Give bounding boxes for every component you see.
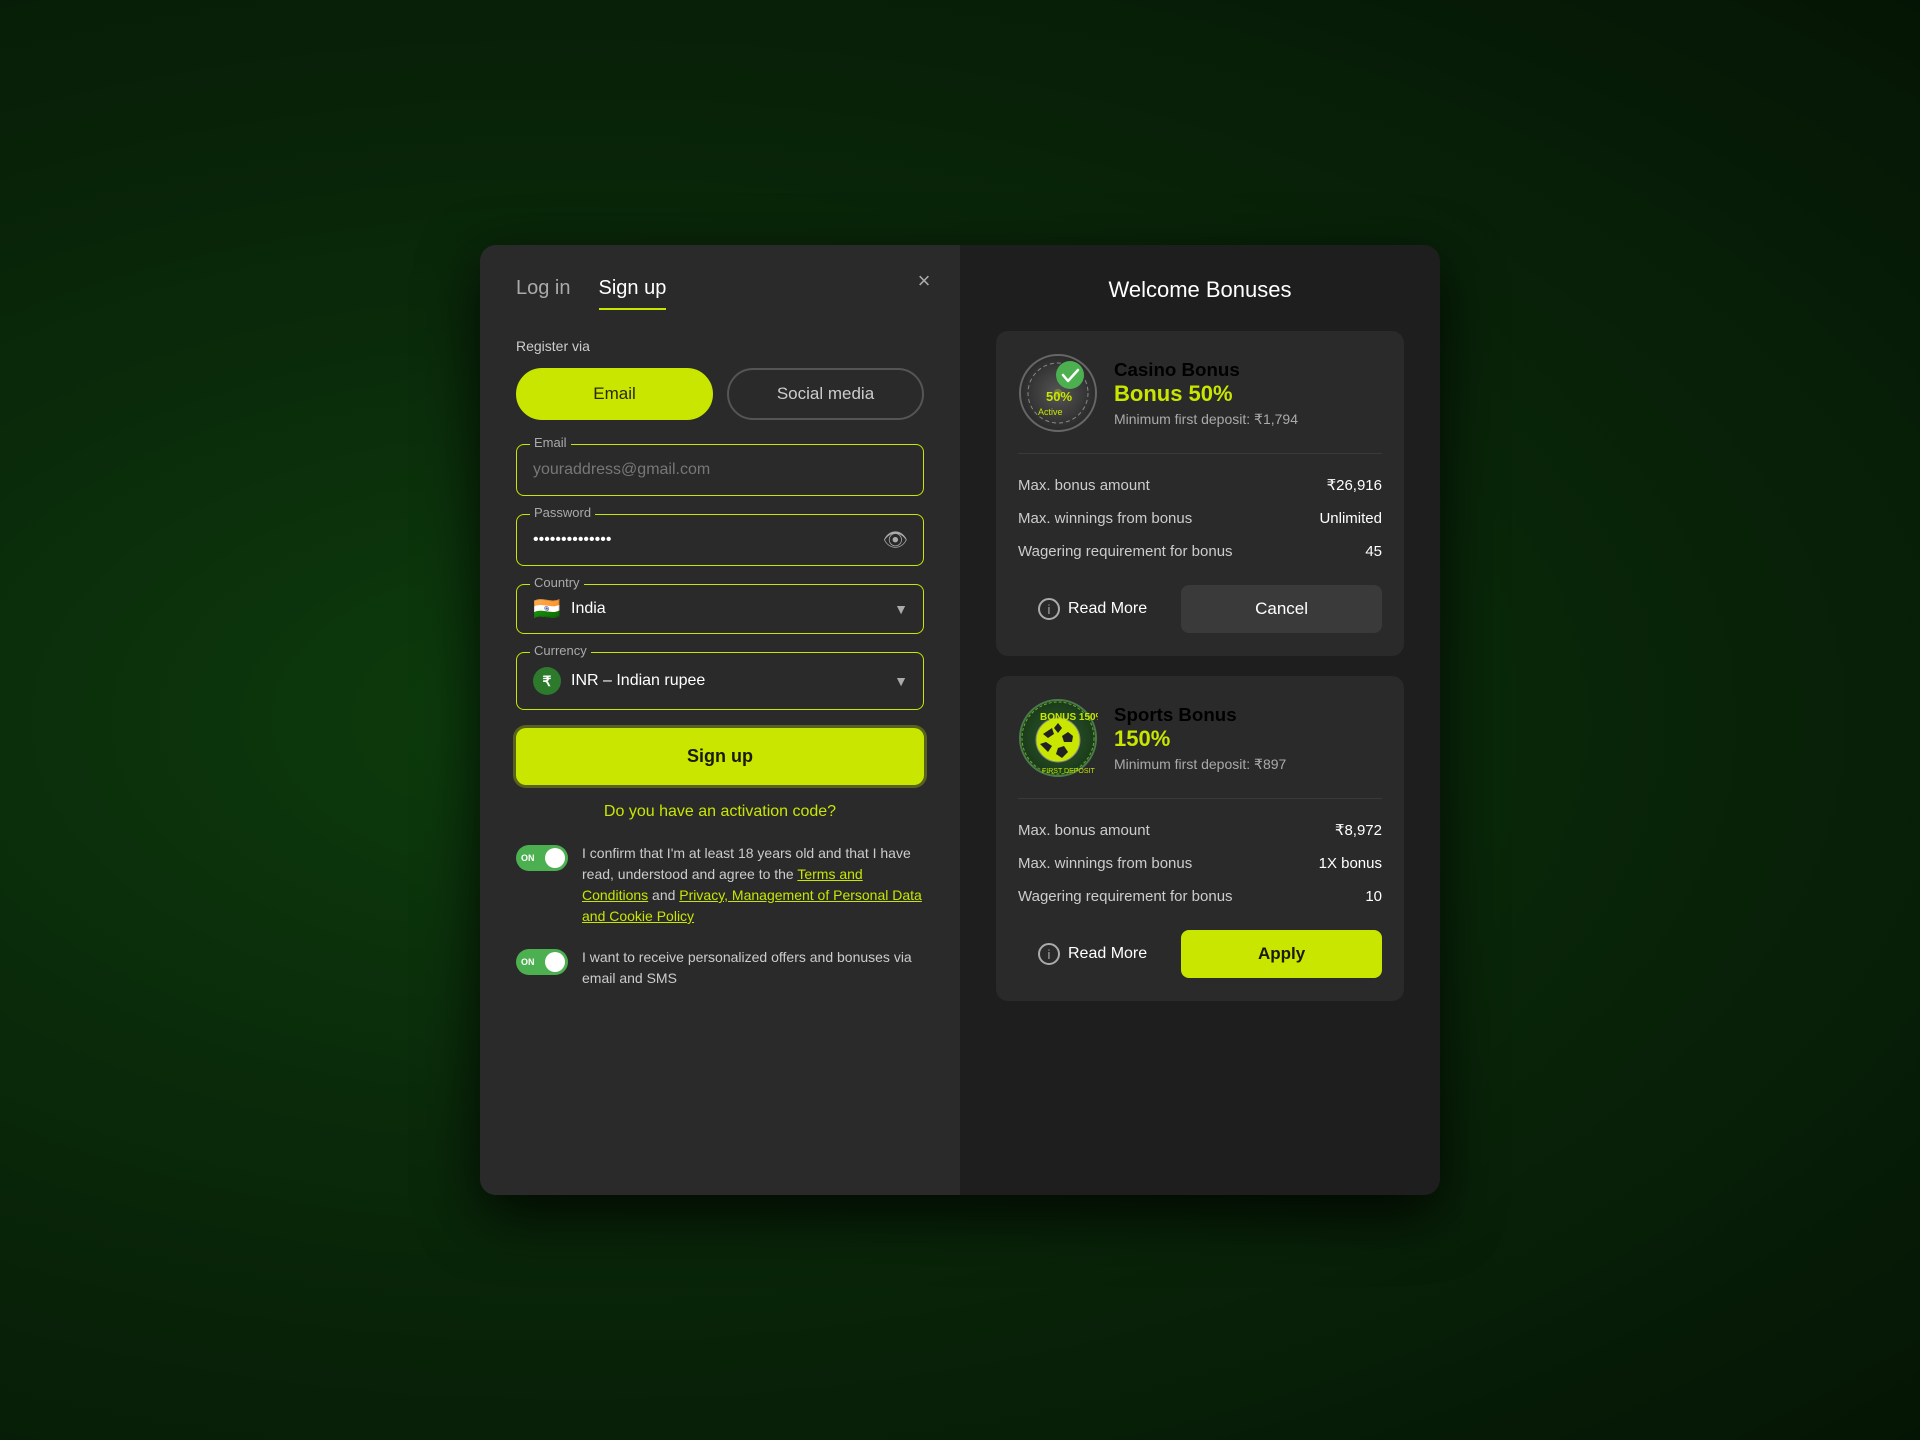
casino-detail-row-1: Max. winnings from bonus Unlimited bbox=[1018, 502, 1382, 535]
sports-bonus-header: BONUS 150% FIRST DEPOSIT Sports Bonus 15… bbox=[1018, 698, 1382, 778]
register-method-buttons: Email Social media bbox=[516, 368, 924, 420]
email-register-button[interactable]: Email bbox=[516, 368, 713, 420]
right-panel: Welcome Bonuses bbox=[960, 245, 1440, 1195]
sports-bonus-min-deposit: Minimum first deposit: ₹897 bbox=[1114, 756, 1286, 773]
register-via-label: Register via bbox=[516, 338, 924, 354]
currency-form-group: Currency ₹ INR – Indian rupee ▼ bbox=[516, 652, 924, 710]
signup-button[interactable]: Sign up bbox=[516, 728, 924, 785]
sports-bonus-info: Sports Bonus 150% Minimum first deposit:… bbox=[1114, 704, 1286, 773]
casino-bonus-actions: i Read More Cancel bbox=[1018, 584, 1382, 634]
currency-value: INR – Indian rupee bbox=[571, 672, 907, 690]
age-confirm-text: I confirm that I'm at least 18 years old… bbox=[582, 843, 924, 927]
svg-text:Active: Active bbox=[1038, 407, 1063, 417]
sports-bonus-percent: 150% bbox=[1114, 726, 1286, 752]
toggle-on-label-1: ON bbox=[521, 853, 535, 863]
country-value: India bbox=[571, 600, 907, 618]
sports-detail-row-1: Max. winnings from bonus 1X bonus bbox=[1018, 847, 1382, 880]
age-confirm-row: ON I confirm that I'm at least 18 years … bbox=[516, 843, 924, 927]
close-button[interactable]: × bbox=[908, 265, 940, 297]
sports-bonus-badge: BONUS 150% FIRST DEPOSIT bbox=[1018, 698, 1098, 778]
toggle-thumb-1 bbox=[545, 848, 565, 868]
email-form-group: Email bbox=[516, 444, 924, 496]
country-select[interactable]: 🇮🇳 India ▼ bbox=[516, 584, 924, 634]
personalized-offers-row: ON I want to receive personalized offers… bbox=[516, 947, 924, 989]
casino-detail-row-2: Wagering requirement for bonus 45 bbox=[1018, 535, 1382, 568]
casino-bonus-details: Max. bonus amount ₹26,916 Max. winnings … bbox=[1018, 453, 1382, 568]
sports-detail-row-0: Max. bonus amount ₹8,972 bbox=[1018, 813, 1382, 847]
sports-bonus-card: BONUS 150% FIRST DEPOSIT Sports Bonus 15… bbox=[996, 676, 1404, 1001]
password-input[interactable] bbox=[516, 514, 924, 566]
casino-bonus-badge: 50% Active bbox=[1018, 353, 1098, 433]
email-label: Email bbox=[530, 435, 571, 450]
welcome-bonuses-title: Welcome Bonuses bbox=[996, 277, 1404, 303]
casino-info-icon: i bbox=[1038, 598, 1060, 620]
india-flag-icon: 🇮🇳 bbox=[533, 599, 561, 619]
activation-code-link[interactable]: Do you have an activation code? bbox=[516, 803, 924, 821]
sports-read-more-button[interactable]: i Read More bbox=[1018, 929, 1167, 979]
sports-detail-row-2: Wagering requirement for bonus 10 bbox=[1018, 880, 1382, 913]
tab-login[interactable]: Log in bbox=[516, 277, 571, 310]
casino-bonus-title: Casino Bonus bbox=[1114, 359, 1298, 381]
sports-bonus-details: Max. bonus amount ₹8,972 Max. winnings f… bbox=[1018, 798, 1382, 913]
casino-bonus-info: Casino Bonus Bonus 50% Minimum first dep… bbox=[1114, 359, 1298, 428]
email-input[interactable] bbox=[516, 444, 924, 496]
inr-currency-icon: ₹ bbox=[533, 667, 561, 695]
age-confirm-toggle[interactable]: ON bbox=[516, 845, 568, 871]
currency-label: Currency bbox=[530, 643, 591, 658]
casino-bonus-card: 50% Active Casino Bonus Bonus 50% Minimu… bbox=[996, 331, 1404, 656]
casino-bonus-header: 50% Active Casino Bonus Bonus 50% Minimu… bbox=[1018, 353, 1382, 433]
personalized-offers-toggle[interactable]: ON bbox=[516, 949, 568, 975]
casino-bonus-min-deposit: Minimum first deposit: ₹1,794 bbox=[1114, 411, 1298, 428]
casino-read-more-button[interactable]: i Read More bbox=[1018, 584, 1167, 634]
sports-apply-button[interactable]: Apply bbox=[1181, 930, 1382, 978]
personalized-offers-text: I want to receive personalized offers an… bbox=[582, 947, 924, 989]
currency-select[interactable]: ₹ INR – Indian rupee ▼ bbox=[516, 652, 924, 710]
svg-text:BONUS 150%: BONUS 150% bbox=[1040, 712, 1098, 723]
casino-cancel-button[interactable]: Cancel bbox=[1181, 585, 1382, 633]
toggle-on-label-2: ON bbox=[521, 957, 535, 967]
toggle-thumb-2 bbox=[545, 952, 565, 972]
auth-tabs: Log in Sign up bbox=[516, 277, 924, 310]
social-media-register-button[interactable]: Social media bbox=[727, 368, 924, 420]
casino-bonus-percent: Bonus 50% bbox=[1114, 381, 1298, 407]
modal-container: × Log in Sign up Register via Email Soci… bbox=[480, 245, 1440, 1195]
sports-bonus-title: Sports Bonus bbox=[1114, 704, 1286, 726]
sports-bonus-actions: i Read More Apply bbox=[1018, 929, 1382, 979]
tab-signup[interactable]: Sign up bbox=[599, 277, 667, 310]
svg-text:FIRST DEPOSIT: FIRST DEPOSIT bbox=[1042, 768, 1095, 775]
casino-detail-row-0: Max. bonus amount ₹26,916 bbox=[1018, 468, 1382, 502]
password-label: Password bbox=[530, 505, 595, 520]
password-toggle-icon[interactable]: 👁 bbox=[883, 528, 908, 553]
country-label: Country bbox=[530, 575, 584, 590]
country-form-group: Country 🇮🇳 India ▼ bbox=[516, 584, 924, 634]
password-form-group: Password 👁 bbox=[516, 514, 924, 566]
left-panel: × Log in Sign up Register via Email Soci… bbox=[480, 245, 960, 1195]
sports-info-icon: i bbox=[1038, 943, 1060, 965]
